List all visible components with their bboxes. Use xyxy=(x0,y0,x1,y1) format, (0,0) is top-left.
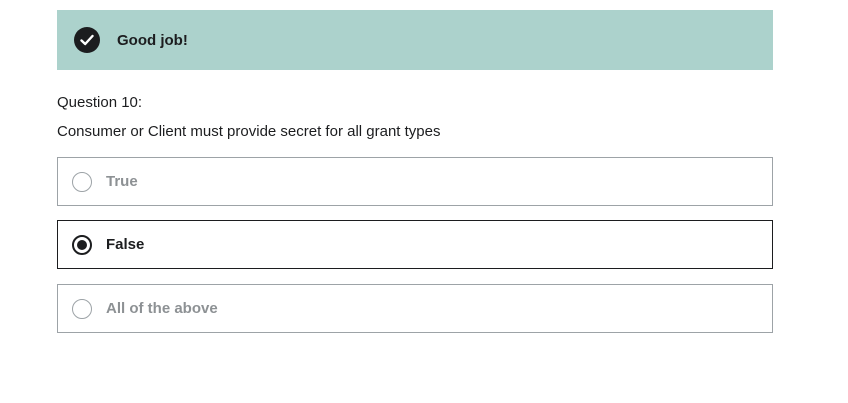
answer-option-label: False xyxy=(106,236,145,253)
answer-option-label: All of the above xyxy=(106,300,218,317)
check-circle-icon xyxy=(74,27,100,53)
radio-button-selected-icon[interactable] xyxy=(72,234,92,255)
answer-option-label: True xyxy=(106,173,138,190)
feedback-message: Good job! xyxy=(117,31,188,49)
question-text: Consumer or Client must provide secret f… xyxy=(57,123,441,140)
answer-option-true[interactable]: True xyxy=(57,157,773,206)
question-number: Question 10: xyxy=(57,94,143,111)
radio-dot-icon xyxy=(77,239,87,250)
answer-option-false[interactable]: False xyxy=(57,220,773,269)
radio-button-icon[interactable] xyxy=(72,298,92,319)
answer-option-all-of-the-above[interactable]: All of the above xyxy=(57,284,773,333)
radio-button-icon[interactable] xyxy=(72,171,92,192)
feedback-banner: Good job! xyxy=(57,10,773,70)
